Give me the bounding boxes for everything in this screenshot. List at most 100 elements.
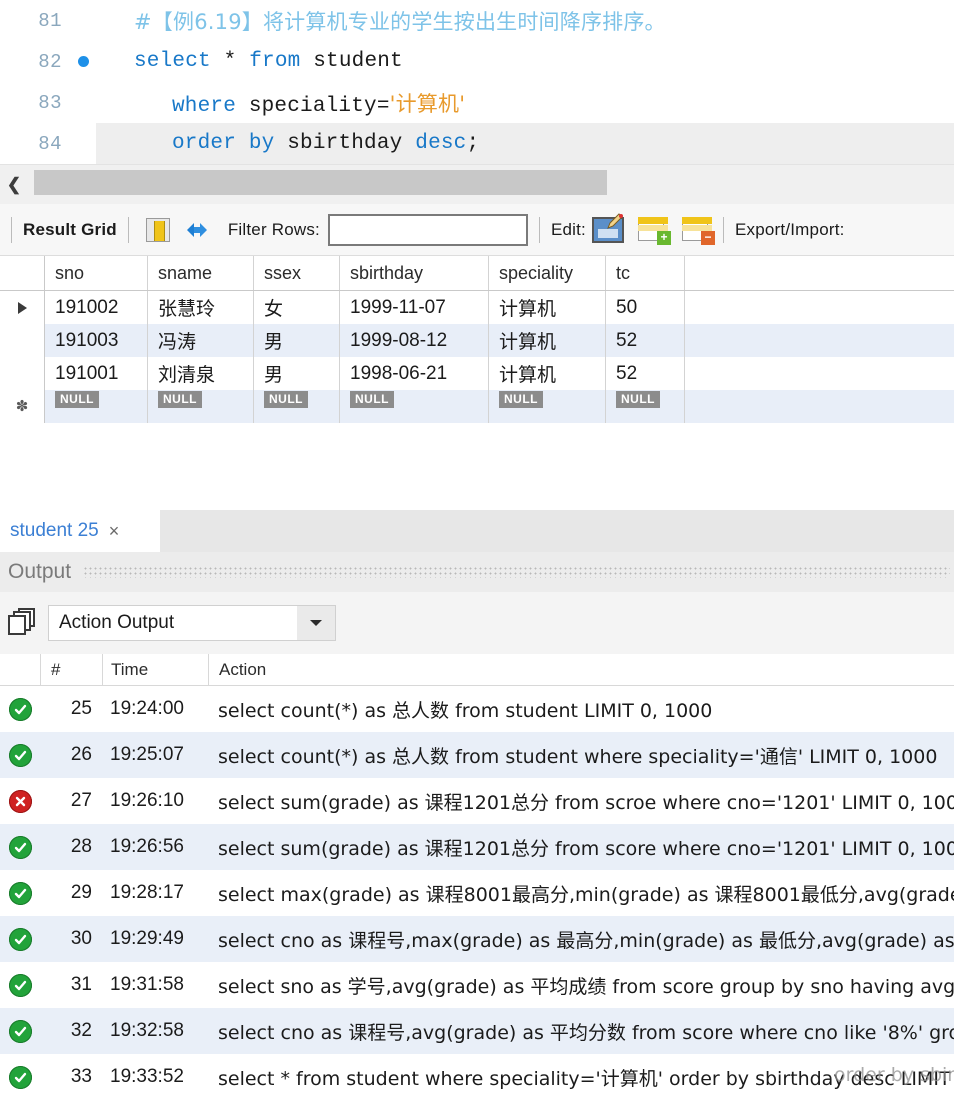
log-time: 19:24:00 (102, 698, 208, 720)
tab-label: student 25 (10, 520, 99, 542)
table-cell[interactable]: 50 (606, 291, 685, 324)
editor-horizontal-scrollbar[interactable]: ❮ (0, 164, 954, 204)
log-time: 19:31:58 (102, 974, 208, 996)
table-row[interactable]: 191002张慧玲女1999-11-07计算机50 (0, 291, 954, 324)
row-marker[interactable] (0, 357, 45, 390)
scrollbar-track[interactable] (28, 165, 954, 204)
table-cell-null[interactable]: NULL (606, 390, 685, 423)
toolbar-divider (128, 217, 129, 243)
editor-line[interactable]: 83 where speciality='计算机' (0, 82, 954, 123)
output-log-row[interactable]: 2719:26:10select sum(grade) as 课程1201总分 … (0, 778, 954, 824)
editor-line[interactable]: 84order by sbirthday desc; (0, 123, 954, 164)
table-row[interactable]: 191001刘清泉男1998-06-21计算机52 (0, 357, 954, 390)
header-dotted-divider (83, 566, 950, 578)
log-number: 33 (40, 1066, 102, 1088)
line-number: 83 (0, 92, 70, 114)
table-row[interactable]: 191003冯涛男1999-08-12计算机52 (0, 324, 954, 357)
table-cell[interactable]: 191001 (45, 357, 148, 390)
code-area[interactable]: select * from student (96, 41, 954, 82)
table-cell-null[interactable]: NULL (148, 390, 254, 423)
scrollbar-thumb[interactable] (34, 170, 607, 195)
edit-row-icon[interactable] (592, 217, 624, 243)
sql-editor[interactable]: 81#【例6.19】将计算机专业的学生按出生时间降序排序。82select * … (0, 0, 954, 164)
table-cell[interactable]: 计算机 (489, 324, 606, 357)
result-grid[interactable]: snosnamessexsbirthdayspecialitytc191002张… (0, 256, 954, 423)
chevron-down-icon[interactable] (297, 606, 335, 640)
editor-line[interactable]: 82select * from student (0, 41, 954, 82)
output-log-row[interactable]: 2819:26:56select sum(grade) as 课程1201总分 … (0, 824, 954, 870)
grid-view-icon[interactable] (146, 218, 170, 242)
table-cell-null[interactable]: NULL (489, 390, 606, 423)
new-row-marker[interactable]: ✽ (0, 390, 45, 423)
action-output-table[interactable]: # Time Action 2519:24:00select count(*) … (0, 654, 954, 1100)
table-cell[interactable]: 计算机 (489, 357, 606, 390)
table-cell[interactable]: 男 (254, 357, 340, 390)
log-action-render-artifact: order by sbirthday desc LIMI (834, 1064, 954, 1086)
table-cell[interactable]: 计算机 (489, 291, 606, 324)
table-cell[interactable]: 191002 (45, 291, 148, 324)
log-time: 19:26:56 (102, 836, 208, 858)
log-action: select cno as 课程号,max(grade) as 最高分,min(… (208, 926, 954, 953)
code-text: where speciality='计算机' (134, 88, 465, 118)
filter-rows-input[interactable] (328, 214, 528, 246)
status-cell (0, 698, 40, 721)
table-cell[interactable]: 191003 (45, 324, 148, 357)
delete-row-icon[interactable]: − (682, 217, 712, 243)
output-type-select[interactable]: Action Output (48, 605, 336, 641)
output-type-value: Action Output (49, 612, 174, 634)
table-cell[interactable]: 张慧玲 (148, 291, 254, 324)
success-icon (9, 928, 32, 951)
row-marker[interactable] (0, 324, 45, 357)
code-area[interactable]: #【例6.19】将计算机专业的学生按出生时间降序排序。 (96, 0, 954, 41)
log-time: 19:33:52 (102, 1066, 208, 1088)
table-cell[interactable]: 男 (254, 324, 340, 357)
null-badge: NULL (158, 391, 202, 408)
output-log-row[interactable]: 2919:28:17select max(grade) as 课程8001最高分… (0, 870, 954, 916)
table-cell[interactable]: 1999-08-12 (340, 324, 489, 357)
add-row-icon[interactable]: + (638, 217, 668, 243)
output-log-row[interactable]: 3219:32:58select cno as 课程号,avg(grade) a… (0, 1008, 954, 1054)
null-badge: NULL (55, 391, 99, 408)
table-cell-null[interactable]: NULL (254, 390, 340, 423)
output-log-row[interactable]: 2619:25:07select count(*) as 总人数 from st… (0, 732, 954, 778)
output-log-row[interactable]: 3119:31:58select sno as 学号,avg(grade) as… (0, 962, 954, 1008)
log-time: 19:28:17 (102, 882, 208, 904)
table-cell[interactable]: 冯涛 (148, 324, 254, 357)
new-row[interactable]: ✽ NULL NULL NULL NULL NULL NULL (0, 390, 954, 423)
row-marker[interactable] (0, 291, 45, 324)
table-cell[interactable]: 1998-06-21 (340, 357, 489, 390)
status-cell (0, 928, 40, 951)
status-cell (0, 744, 40, 767)
null-badge: NULL (350, 391, 394, 408)
code-area[interactable]: order by sbirthday desc; (96, 123, 954, 164)
column-header[interactable]: ssex (254, 256, 340, 290)
table-cell[interactable]: 女 (254, 291, 340, 324)
table-cell-null[interactable]: NULL (45, 390, 148, 423)
code-area[interactable]: where speciality='计算机' (96, 82, 954, 123)
output-log-row[interactable]: 3319:33:52select * from student where sp… (0, 1054, 954, 1100)
editor-line[interactable]: 81#【例6.19】将计算机专业的学生按出生时间降序排序。 (0, 0, 954, 41)
copy-icon[interactable] (8, 608, 38, 638)
close-icon[interactable]: × (109, 521, 120, 542)
column-header[interactable]: tc (606, 256, 685, 290)
null-badge: NULL (264, 391, 308, 408)
refresh-icon[interactable] (184, 219, 210, 241)
column-header[interactable]: sname (148, 256, 254, 290)
action-output-header: # Time Action (0, 654, 954, 686)
column-header[interactable]: sno (45, 256, 148, 290)
column-header[interactable]: sbirthday (340, 256, 489, 290)
output-log-row[interactable]: 2519:24:00select count(*) as 总人数 from st… (0, 686, 954, 732)
breakpoint-marker[interactable] (70, 56, 96, 67)
table-cell[interactable]: 刘清泉 (148, 357, 254, 390)
table-cell-null[interactable]: NULL (340, 390, 489, 423)
output-log-row[interactable]: 3019:29:49select cno as 课程号,max(grade) a… (0, 916, 954, 962)
table-cell[interactable]: 52 (606, 324, 685, 357)
column-header[interactable]: speciality (489, 256, 606, 290)
null-badge: NULL (499, 391, 543, 408)
scroll-left-chevron-icon[interactable]: ❮ (0, 165, 28, 204)
tab-student-25[interactable]: student 25 × (0, 510, 160, 552)
log-action: select * from student where speciality='… (208, 1064, 954, 1091)
table-cell[interactable]: 52 (606, 357, 685, 390)
table-cell[interactable]: 1999-11-07 (340, 291, 489, 324)
success-icon (9, 974, 32, 997)
